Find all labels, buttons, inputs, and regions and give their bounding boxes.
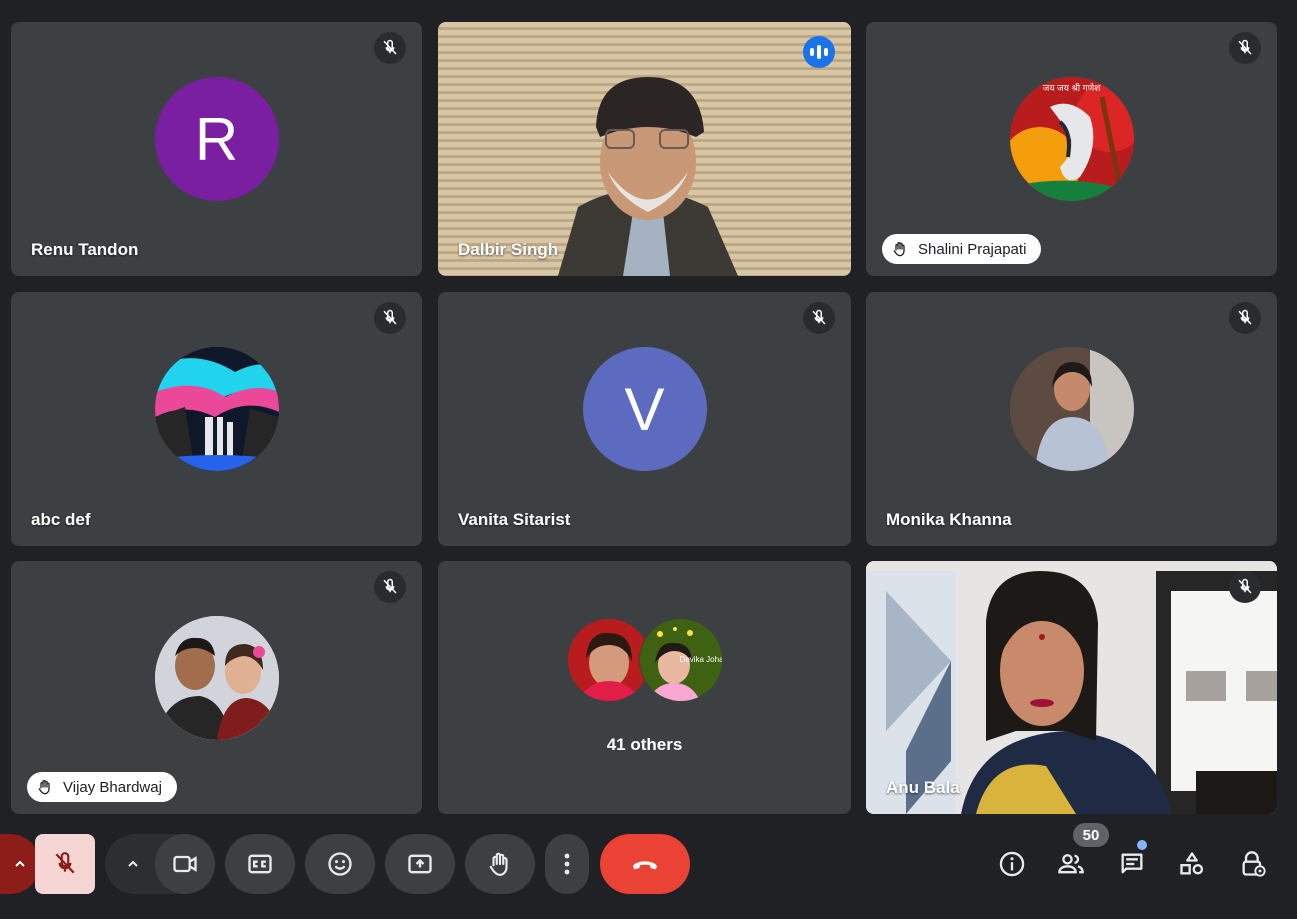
raise-hand-icon [893, 242, 905, 257]
captions-icon [248, 854, 272, 874]
avatar-text: जय जय श्री गणेश [1042, 83, 1101, 93]
participant-name: Renu Tandon [31, 240, 139, 259]
mic-off-icon [55, 852, 75, 874]
participant-tile-monika-khanna[interactable]: Monika Khanna [866, 292, 1277, 546]
raise-hand-button[interactable] [465, 834, 535, 894]
mic-off-icon [1229, 302, 1261, 334]
end-call-icon [633, 861, 657, 870]
mic-off-icon [374, 32, 406, 64]
avatar-initial: V [624, 375, 665, 443]
participant-count-badge: 50 [1073, 823, 1109, 847]
participant-name: Anu Bala [886, 778, 960, 797]
avatar [566, 618, 651, 702]
participant-name: Shalini Prajapati [918, 240, 1027, 258]
participant-tile-dalbir-singh[interactable]: Dalbir Singh [438, 22, 851, 276]
mic-off-icon [1229, 571, 1261, 603]
participant-tile-shalini-prajapati[interactable]: जय जय श्री गणेश Shalini Prajapati [866, 22, 1277, 276]
host-controls-icon [1242, 851, 1266, 877]
avatar-caption: Devika Johari [679, 655, 722, 664]
avatar: V [582, 347, 707, 471]
participant-video [438, 22, 851, 276]
participant-tile-vanita-sitarist[interactable]: V Vanita Sitarist [438, 292, 851, 546]
present-icon [408, 854, 432, 874]
emoji-reactions-button[interactable] [305, 834, 375, 894]
present-screen-button[interactable] [385, 834, 455, 894]
more-options-icon [564, 853, 570, 875]
captions-button[interactable] [225, 834, 295, 894]
chevron-up-icon [15, 860, 25, 867]
meeting-details-button[interactable] [995, 847, 1029, 881]
avatar: R [154, 77, 279, 201]
avatar: जय जय श्री गणेश [1009, 77, 1134, 201]
more-options-button[interactable] [545, 834, 589, 894]
participant-tile-abc-def[interactable]: abc def [11, 292, 422, 546]
camera-button[interactable] [155, 834, 215, 894]
participant-name: Dalbir Singh [458, 240, 559, 259]
others-avatars: Devika Johari [566, 618, 727, 702]
unread-indicator [1137, 840, 1147, 850]
raised-hand-badge: Shalini Prajapati [882, 234, 1042, 264]
avatar [154, 615, 279, 740]
avatar-initial: R [194, 105, 239, 173]
avatar: Devika Johari [638, 618, 723, 702]
activities-icon [1180, 852, 1204, 875]
participant-tile-vijay-bhardwaj[interactable]: Vijay Bhardwaj [11, 561, 422, 814]
avatar [154, 347, 279, 471]
mic-off-icon [374, 302, 406, 334]
raise-hand-icon [38, 780, 50, 795]
chat-button[interactable] [1115, 847, 1149, 881]
activities-button[interactable] [1175, 847, 1209, 881]
mic-off-icon [1229, 32, 1261, 64]
participant-video [866, 561, 1277, 814]
camera-icon [173, 855, 197, 873]
participant-name: Vijay Bhardwaj [63, 778, 162, 796]
mic-off-icon [803, 302, 835, 334]
raised-hand-badge: Vijay Bhardwaj [27, 772, 177, 802]
avatar [1009, 347, 1134, 471]
participant-name: abc def [31, 510, 91, 529]
people-button[interactable] [1054, 847, 1088, 881]
microphone-button[interactable] [35, 834, 95, 894]
emoji-icon [328, 852, 352, 876]
audio-settings-toggle[interactable] [0, 834, 40, 894]
participant-tile-renu-tandon[interactable]: R Renu Tandon [11, 22, 422, 276]
participant-name: Vanita Sitarist [458, 510, 571, 529]
host-controls-button[interactable] [1236, 847, 1270, 881]
info-icon [999, 851, 1025, 877]
leave-call-button[interactable] [600, 834, 690, 894]
participant-tile-anu-bala[interactable]: Anu Bala [866, 561, 1277, 814]
participant-name: Monika Khanna [886, 510, 1012, 529]
chat-icon [1121, 853, 1143, 874]
chevron-up-icon [128, 860, 138, 867]
speaking-indicator-icon [803, 36, 835, 68]
mic-off-icon [374, 571, 406, 603]
people-icon [1058, 854, 1084, 874]
raise-hand-icon [489, 852, 508, 876]
others-tile[interactable]: Devika Johari 41 others [438, 561, 851, 814]
others-count-label: 41 others [606, 735, 683, 754]
